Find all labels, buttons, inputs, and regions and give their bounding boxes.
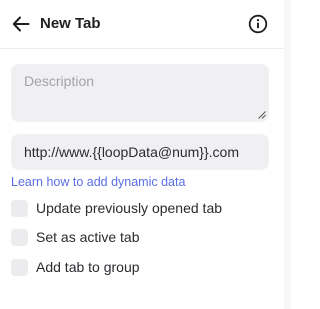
set-active-tab-option[interactable]: Set as active tab xyxy=(11,227,140,247)
page-title: New Tab xyxy=(40,15,101,32)
set-active-tab-checkbox[interactable] xyxy=(11,228,28,246)
update-previous-tab-option[interactable]: Update previously opened tab xyxy=(11,198,222,218)
set-active-tab-label: Set as active tab xyxy=(36,229,140,245)
resize-handle-icon[interactable] xyxy=(258,111,266,119)
add-tab-to-group-label: Add tab to group xyxy=(36,259,140,275)
info-circle-icon xyxy=(248,14,268,34)
url-input[interactable] xyxy=(11,134,269,170)
update-previous-tab-label: Update previously opened tab xyxy=(36,200,223,216)
arrow-left-icon xyxy=(12,16,30,32)
panel-header: New Tab xyxy=(0,0,284,49)
back-button[interactable] xyxy=(10,13,32,35)
new-tab-panel: New Tab Learn how to add dynamic data Up… xyxy=(0,0,284,309)
description-field-wrapper xyxy=(11,64,269,122)
update-previous-tab-checkbox[interactable] xyxy=(11,199,28,217)
description-field[interactable] xyxy=(11,64,269,122)
side-panel-strip xyxy=(284,0,291,309)
add-tab-to-group-checkbox[interactable] xyxy=(11,258,28,276)
info-button[interactable] xyxy=(247,13,269,35)
dynamic-data-help-link[interactable]: Learn how to add dynamic data xyxy=(11,174,185,190)
add-tab-to-group-option[interactable]: Add tab to group xyxy=(11,257,140,277)
